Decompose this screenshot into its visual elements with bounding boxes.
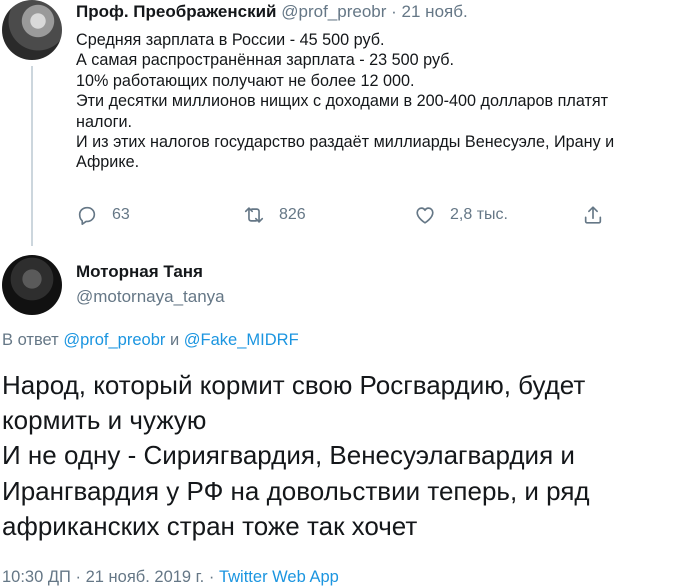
tweet-text: Средняя зарплата в России - 45 500 руб. … [76,30,686,173]
tweet-text-line: Ирангвардия у РФ на довольствии теперь, … [2,475,590,506]
reply-count: 63 [112,206,130,223]
author-handle[interactable]: @prof_preobr [281,2,386,21]
source-app-link[interactable]: Twitter Web App [219,568,339,586]
author-name[interactable]: Проф. Преображенский [76,2,277,21]
tweet-time[interactable]: 10:30 ДП [2,568,71,586]
share-button[interactable] [582,204,604,226]
thread-line [31,66,33,246]
tweet-text-line: африканских стран тоже так хочет [2,510,418,541]
tweet-date[interactable]: 21 нояб. [402,2,468,21]
tweet-header: Проф. Преображенский @prof_preobr · 21 н… [76,2,468,22]
like-icon [414,204,436,226]
tweet-text: Народ, который кормит свою Росгвардию, б… [2,368,690,544]
parent-tweet: Проф. Преображенский @prof_preobr · 21 н… [0,0,692,250]
tweet-text-line: И не одну - Сириягвардия, Венесуэлагвард… [2,440,575,471]
tweet-text-line: Эти десятки миллионов нищих с доходами в… [76,92,609,111]
tweet-footer: 10:30 ДП · 21 нояб. 2019 г. · Twitter We… [2,568,339,587]
separator-dot: · [391,2,397,21]
tweet-text-line: кормить и чужую [2,405,207,436]
mention-link[interactable]: @Fake_MIDRF [184,331,299,349]
author-name[interactable]: Моторная Таня [76,262,203,282]
reply-icon [76,204,98,226]
retweet-icon [243,204,265,226]
reply-button[interactable]: 63 [76,204,130,226]
retweet-button[interactable]: 826 [243,204,306,226]
avatar[interactable] [2,255,62,315]
share-icon [582,204,604,226]
tweet-actions: 63 826 2,8 тыс. [76,204,616,230]
tweet-text-line: Народ, который кормит свою Росгвардию, б… [2,370,586,400]
like-button[interactable]: 2,8 тыс. [414,204,508,226]
tweet-full-date[interactable]: 21 нояб. 2019 г. [86,568,205,586]
tweet-text-line: А самая распространённая зарплата - 23 5… [76,51,455,70]
mention-link[interactable]: @prof_preobr [63,331,165,349]
separator-dot: · [208,568,215,586]
tweet-text-line: Средняя зарплата в России - 45 500 руб. [76,31,385,49]
tweet-text-line: Африке. [76,153,140,172]
author-handle[interactable]: @motornaya_tanya [76,287,225,307]
tweet-text-line: 10% работающих получают не более 12 000. [76,71,415,90]
tweet-text-line: И из этих налогов государство раздаёт ми… [76,133,615,152]
replying-to: В ответ @prof_preobr и @Fake_MIDRF [2,331,299,350]
separator-dot: · [75,568,82,586]
retweet-count: 826 [279,206,306,223]
replying-prefix: В ответ [2,331,59,349]
replying-conjunction: и [169,331,180,349]
tweet-text-line: налоги. [76,112,133,131]
avatar[interactable] [2,0,62,60]
like-count: 2,8 тыс. [450,206,508,223]
